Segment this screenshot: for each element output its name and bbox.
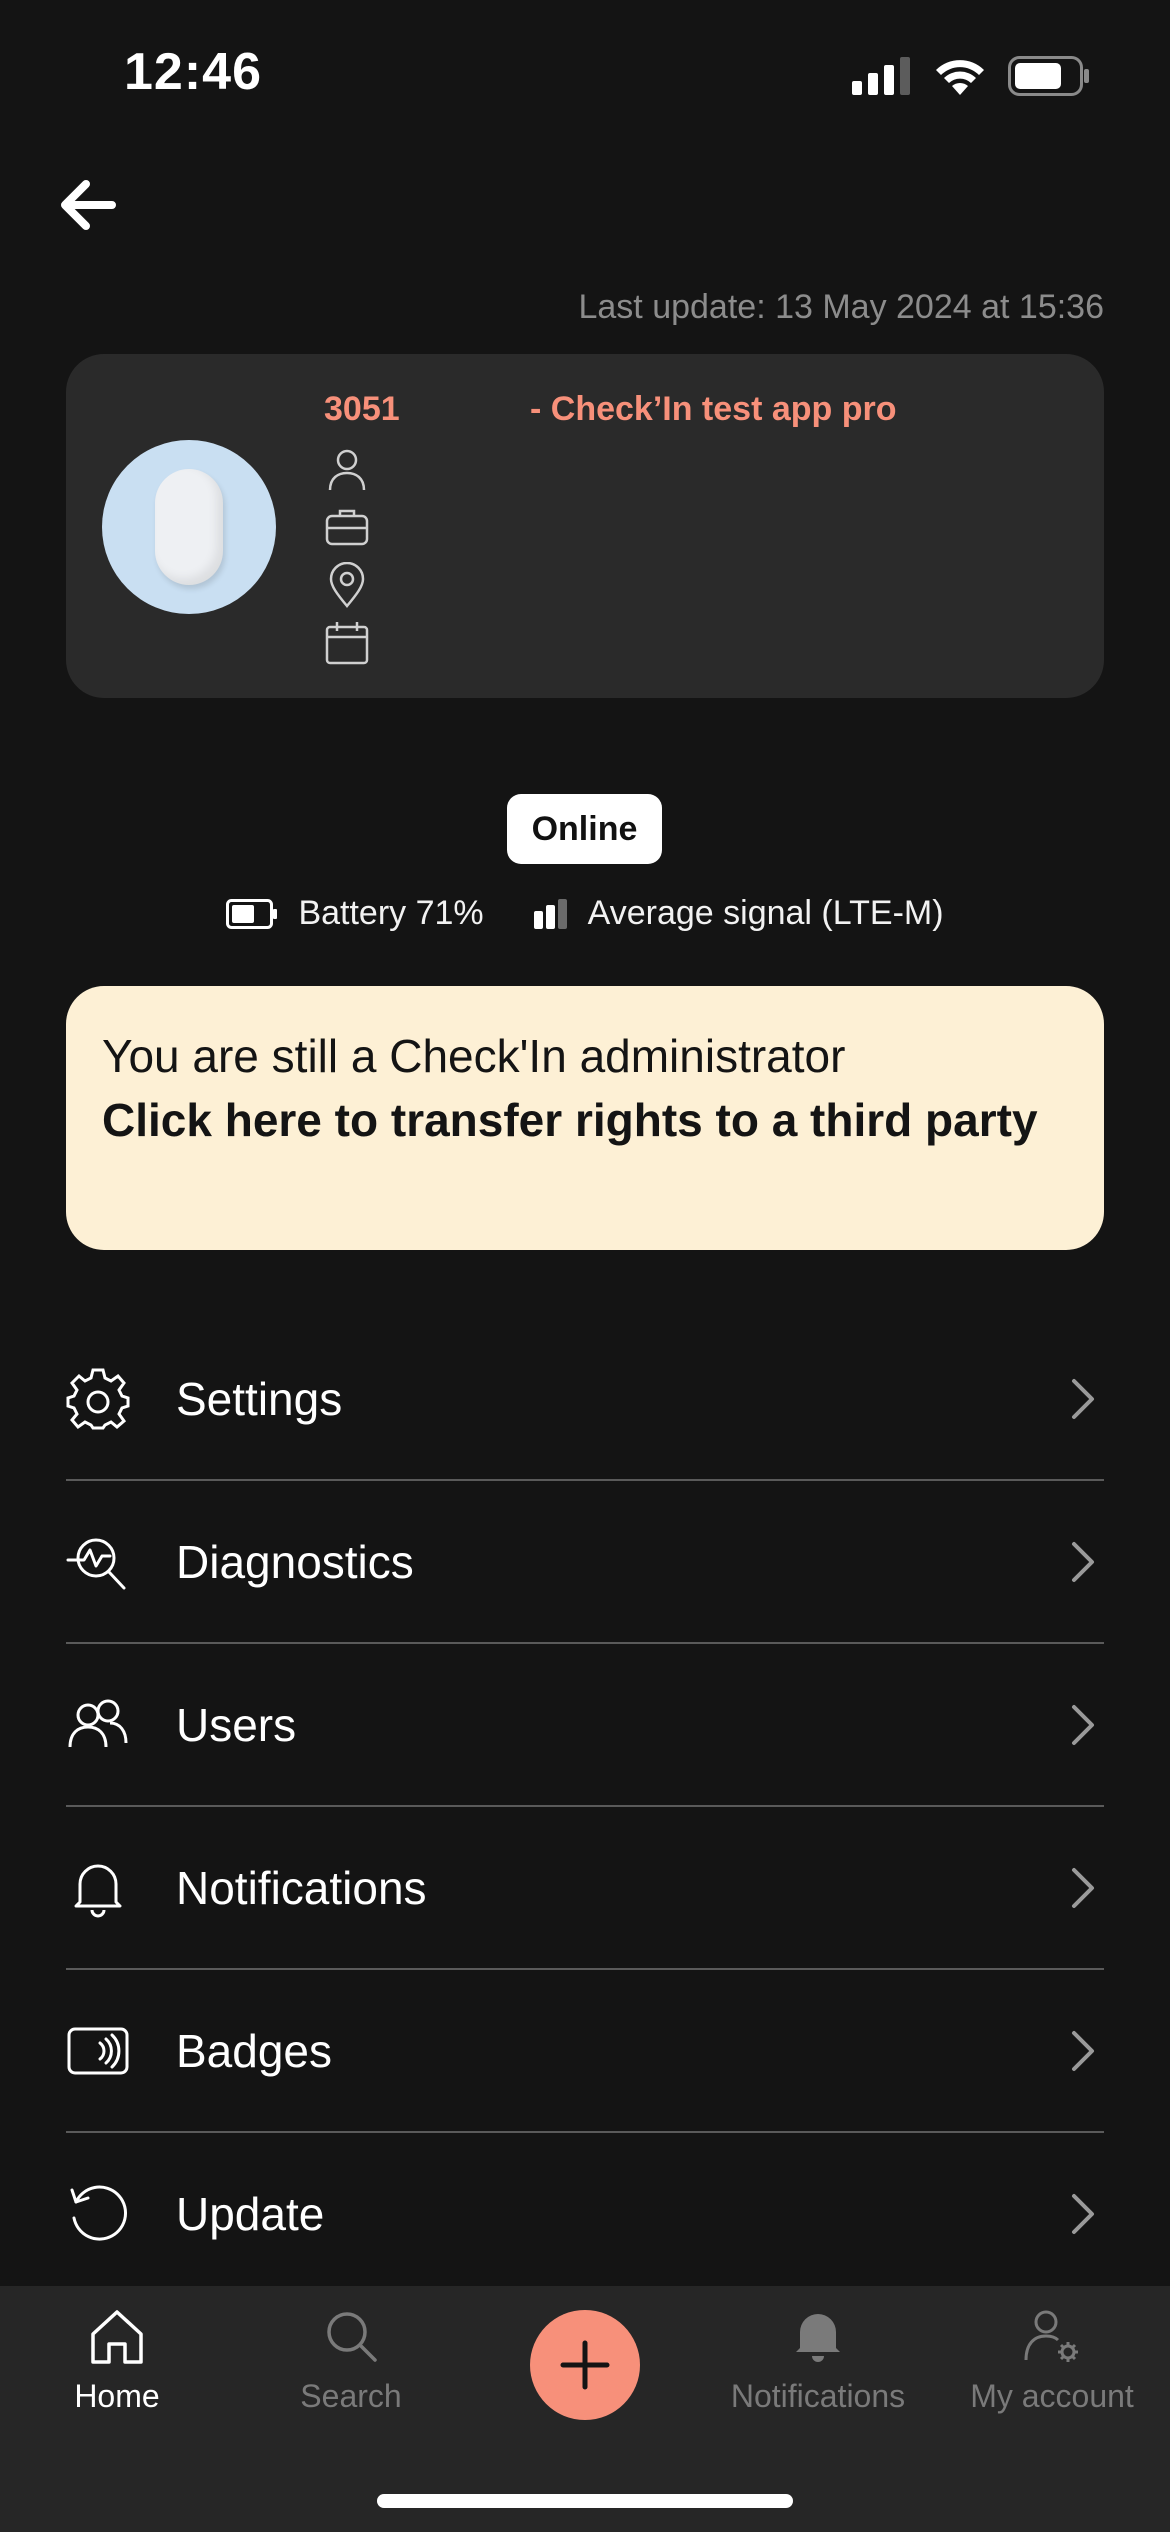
signal-label: Average signal (LTE-M) — [587, 894, 944, 932]
diagnostics-icon — [66, 1530, 130, 1594]
transfer-rights-link[interactable]: Click here to transfer rights to a third… — [102, 1088, 1068, 1152]
tab-my-account[interactable]: My account — [952, 2304, 1152, 2415]
tab-label: Search — [300, 2378, 402, 2414]
device-menu: Settings Diagnostics Users Notifications — [66, 1318, 1104, 2296]
battery-info: Battery 71% — [226, 894, 484, 933]
device-image — [155, 469, 223, 585]
device-info-icons — [324, 446, 370, 666]
device-avatar — [102, 440, 276, 614]
account-settings-icon — [1024, 2310, 1078, 2362]
tab-label: My account — [970, 2378, 1134, 2414]
badge-icon — [66, 2019, 130, 2083]
signal-info: Average signal (LTE-M) — [532, 894, 944, 933]
chevron-right-icon — [1072, 2030, 1094, 2071]
menu-item-label: Badges — [176, 2024, 333, 2077]
calendar-icon — [324, 620, 370, 666]
home-indicator — [377, 2494, 793, 2508]
status-battery-icon — [1008, 56, 1089, 96]
battery-icon — [226, 898, 278, 929]
tab-label: Home — [74, 2378, 160, 2414]
menu-item-label: Update — [176, 2187, 325, 2240]
chevron-right-icon — [1072, 2193, 1094, 2234]
add-button[interactable] — [530, 2310, 640, 2420]
menu-item-label: Diagnostics — [176, 1535, 414, 1588]
home-icon — [91, 2310, 143, 2364]
admin-notice-text: You are still a Check'In administrator — [102, 1030, 846, 1082]
bell-icon — [66, 1856, 130, 1920]
location-pin-icon — [324, 561, 370, 608]
device-name: - Check’In test app pro — [530, 390, 897, 428]
tab-search[interactable]: Search — [251, 2304, 451, 2415]
menu-item-label: Settings — [176, 1372, 343, 1425]
back-button[interactable] — [54, 170, 124, 240]
status-icons — [852, 56, 1090, 96]
device-card[interactable]: 3051 - Check’In test app pro — [66, 354, 1104, 698]
menu-item-update[interactable]: Update — [66, 2133, 1104, 2296]
menu-item-users[interactable]: Users — [66, 1644, 1104, 1807]
chevron-right-icon — [1072, 1541, 1094, 1582]
tab-label: Notifications — [730, 2378, 906, 2414]
tab-home[interactable]: Home — [17, 2304, 217, 2415]
gear-icon — [66, 1367, 130, 1431]
cellular-signal-icon — [852, 57, 910, 95]
menu-item-diagnostics[interactable]: Diagnostics — [66, 1481, 1104, 1644]
chevron-right-icon — [1072, 1378, 1094, 1419]
plus-icon — [560, 2340, 610, 2390]
battery-label: Battery 71% — [298, 894, 484, 932]
bell-icon — [796, 2314, 840, 2362]
users-icon — [66, 1693, 130, 1757]
briefcase-icon — [324, 504, 370, 550]
status-time: 12:46 — [124, 43, 262, 101]
refresh-icon — [66, 2182, 130, 2246]
chevron-right-icon — [1072, 1704, 1094, 1745]
signal-icon — [533, 898, 567, 929]
tab-notifications[interactable]: Notifications — [718, 2304, 918, 2415]
last-update: Last update: 13 May 2024 at 15:36 — [578, 288, 1104, 326]
wifi-icon — [936, 60, 984, 95]
transfer-rights-banner[interactable]: You are still a Check'In administrator C… — [66, 986, 1104, 1250]
person-icon — [324, 446, 370, 492]
device-status-row: Battery 71% Average signal (LTE-M) — [0, 894, 1170, 933]
chevron-right-icon — [1072, 1867, 1094, 1908]
menu-item-label: Users — [176, 1698, 297, 1751]
search-icon — [327, 2312, 377, 2362]
menu-item-label: Notifications — [176, 1861, 427, 1914]
device-id: 3051 — [324, 390, 400, 428]
menu-item-badges[interactable]: Badges — [66, 1970, 1104, 2133]
arrow-left-icon — [61, 180, 116, 230]
online-status-badge: Online — [507, 794, 662, 864]
menu-item-settings[interactable]: Settings — [66, 1318, 1104, 1481]
menu-item-notifications[interactable]: Notifications — [66, 1807, 1104, 1970]
